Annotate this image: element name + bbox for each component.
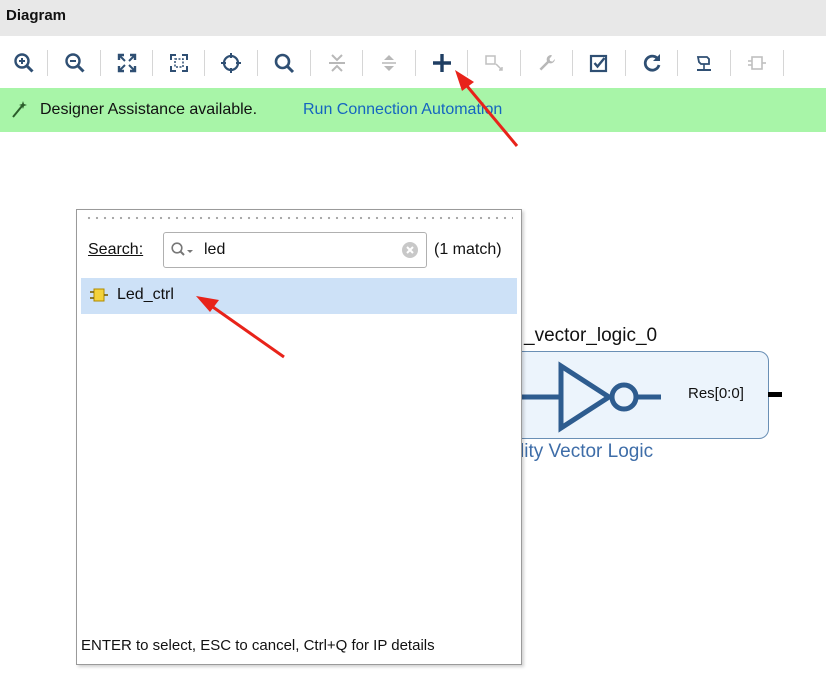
- expand-all-icon: [382, 55, 396, 71]
- toolbar-separator: [310, 50, 311, 76]
- search-label: Search:: [88, 241, 144, 258]
- toolbar-separator: [625, 50, 626, 76]
- wrench-button[interactable]: [531, 47, 563, 79]
- ip-core-icon: [90, 288, 108, 302]
- run-connection-automation-link[interactable]: Run Connection Automation: [303, 101, 502, 119]
- clear-search-icon[interactable]: [401, 241, 419, 259]
- toolbar-separator: [415, 50, 416, 76]
- refresh-icon: [643, 54, 661, 72]
- toolbar-separator: [677, 50, 678, 76]
- zoom-selection-icon: [170, 54, 188, 72]
- regenerate-layout-icon: [696, 56, 711, 71]
- panel-title: Diagram: [6, 7, 67, 24]
- toolbar-separator: [47, 50, 48, 76]
- diagram-toolbar: [0, 38, 826, 86]
- toolbar-separator: [783, 50, 784, 76]
- magic-wand-icon: [12, 101, 27, 118]
- banner-message: Designer Assistance available.: [40, 101, 258, 118]
- validate-design-icon: [589, 54, 608, 73]
- zoom-selection-button[interactable]: [163, 47, 195, 79]
- output-pin-label: Res[0:0]: [688, 385, 744, 402]
- block-type-label: lity Vector Logic: [520, 441, 654, 462]
- toolbar-separator: [257, 50, 258, 76]
- add-module-button[interactable]: [478, 47, 510, 79]
- toolbar-separator: [572, 50, 573, 76]
- search-input[interactable]: [204, 239, 394, 261]
- add-ip-popup: Search: (1 match) Led_ctrl ENTER to sele…: [76, 209, 522, 665]
- zoom-out-icon: [65, 53, 85, 73]
- match-count: (1 match): [434, 241, 502, 258]
- search-button[interactable]: [268, 47, 300, 79]
- toolbar-separator: [467, 50, 468, 76]
- search-result-label: Led_ctrl: [117, 286, 174, 303]
- search-icon: [274, 53, 295, 74]
- autofit-icon: [221, 53, 241, 73]
- search-field[interactable]: [163, 232, 427, 268]
- refresh-button[interactable]: [636, 47, 668, 79]
- wrench-icon: [539, 55, 555, 71]
- toolbar-separator: [730, 50, 731, 76]
- zoom-out-button[interactable]: [59, 47, 91, 79]
- block-instance-name: _vector_logic_0: [524, 325, 658, 346]
- autofit-button[interactable]: [215, 47, 247, 79]
- port-button[interactable]: [741, 47, 773, 79]
- toolbar-separator: [520, 50, 521, 76]
- regenerate-layout-button[interactable]: [688, 47, 720, 79]
- toolbar-separator: [204, 50, 205, 76]
- collapse-all-button[interactable]: [321, 47, 353, 79]
- zoom-fit-button[interactable]: [111, 47, 143, 79]
- expand-all-button[interactable]: [373, 47, 405, 79]
- add-ip-icon: [433, 54, 451, 72]
- toolbar-separator: [100, 50, 101, 76]
- port-icon: [748, 56, 766, 70]
- diagram-title-bar: Diagram: [0, 0, 826, 36]
- add-module-icon: [485, 55, 503, 71]
- designer-assistance-banner: Designer Assistance available. Run Conne…: [0, 88, 826, 132]
- popup-drag-handle[interactable]: [85, 216, 513, 220]
- zoom-in-icon: [14, 53, 34, 73]
- popup-hint: ENTER to select, ESC to cancel, Ctrl+Q f…: [81, 637, 435, 654]
- collapse-all-icon: [329, 54, 345, 72]
- search-result-led-ctrl[interactable]: Led_ctrl: [81, 278, 517, 314]
- add-ip-button[interactable]: [426, 47, 458, 79]
- toolbar-separator: [152, 50, 153, 76]
- search-options-icon[interactable]: [170, 241, 196, 259]
- output-pin[interactable]: [768, 392, 782, 397]
- zoom-fit-icon: [117, 53, 137, 73]
- zoom-in-button[interactable]: [8, 47, 40, 79]
- toolbar-separator: [362, 50, 363, 76]
- validate-design-button[interactable]: [583, 47, 615, 79]
